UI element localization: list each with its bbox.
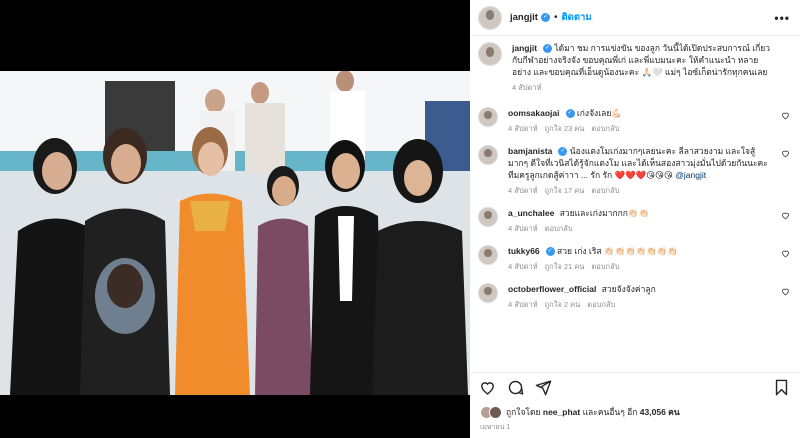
comment-item: oomsakaojai ✓ เก่งจังเลย💪🏻 4 สัปดาห์ ถูกใ… [478,107,790,135]
comment-item: octoberflower_official สวยจังจังค่าลูก 4… [478,283,790,311]
comment-mention[interactable]: @jangjit [675,170,706,180]
reply-button[interactable]: ตอบกลับ [591,185,619,197]
comment-time[interactable]: 4 สัปดาห์ [508,299,538,311]
caption-text: jangjit ✓ ได้มา ชม การแข่งขัน ของลูก วันน… [512,42,774,78]
comment-likes[interactable]: ถูกใจ 17 คน [545,185,585,197]
author-username[interactable]: jangjit [510,12,538,23]
comment-time[interactable]: 4 สัปดาห์ [508,261,538,273]
likes-prefix: ถูกใจโดย [506,407,541,417]
caption-username[interactable]: jangjit [512,43,537,53]
comment-text: สวยและเก่งมากกก👏🏻👏🏻 [559,208,650,218]
reply-button[interactable]: ตอบกลับ [591,123,619,135]
verified-badge-icon: ✓ [545,247,555,257]
heart-icon[interactable] [781,211,790,220]
group-photo-illustration [0,71,470,395]
likes-summary: ถูกใจโดย nee_phat และคนอื่นๆ อีก 43,056 … [470,402,800,422]
comment-item: a_unchalee สวยและเก่งมากกก👏🏻👏🏻 4 สัปดาห์… [478,207,790,235]
liker-avatar [489,405,502,419]
comment-username[interactable]: a_unchalee [508,208,554,218]
comment-likes[interactable]: ถูกใจ 21 คน [545,261,585,273]
comment-text: สวยจังจังค่าลูก [601,284,656,294]
comment-avatar[interactable] [478,145,498,165]
comment-username[interactable]: oomsakaojai [508,108,560,118]
comment-time[interactable]: 4 สัปดาห์ [508,223,538,235]
comments-section: jangjit ✓ ได้มา ชม การแข่งขัน ของลูก วันน… [470,36,800,372]
comment-item: tukky66 ✓ สวย เก่ง เริส 👏🏻👏🏻👏🏻👏🏻👏🏻👏🏻👏🏻 4 … [478,245,790,273]
comment-likes[interactable]: ถูกใจ 2 คน [545,299,581,311]
likes-count[interactable]: 43,056 คน [640,407,680,417]
reply-button[interactable]: ตอบกลับ [545,223,573,235]
heart-icon[interactable] [781,287,790,296]
heart-icon[interactable] [781,111,790,120]
author-avatar[interactable] [478,5,502,30]
comment-text: เก่งจังเลย💪🏻 [576,108,622,118]
action-bar [470,372,800,402]
follow-button[interactable]: ติดตาม [562,10,592,25]
instagram-post-page: jangjit ✓ • ติดตาม ••• jangjit ✓ ได้มา ชม… [0,0,800,438]
comment-username[interactable]: tukky66 [508,246,540,256]
share-icon[interactable] [535,379,552,396]
comment-text: สวย เก่ง เริส 👏🏻👏🏻👏🏻👏🏻👏🏻👏🏻👏🏻 [557,246,679,256]
comment-item: bamjanista ✓ น้องแตงโมเก่งมากๆเลยนะคะ ลีล… [478,145,790,197]
reply-button[interactable]: ตอบกลับ [587,299,615,311]
caption: jangjit ✓ ได้มา ชม การแข่งขัน ของลูก วันน… [478,42,790,94]
more-icon[interactable]: ••• [774,11,790,25]
post-photo[interactable] [0,71,470,395]
liker-username[interactable]: nee_phat [543,407,580,417]
bookmark-icon[interactable] [773,379,790,396]
heart-icon[interactable] [781,149,790,158]
likes-text: ถูกใจโดย nee_phat และคนอื่นๆ อีก 43,056 … [506,405,680,419]
comment-time[interactable]: 4 สัปดาห์ [508,123,538,135]
heart-icon[interactable] [479,379,496,396]
post-header: jangjit ✓ • ติดตาม ••• [470,0,800,36]
post-media-area [0,0,470,438]
verified-badge-icon: ✓ [558,147,568,157]
verified-badge-icon: ✓ [565,109,575,119]
post-side-panel: jangjit ✓ • ติดตาม ••• jangjit ✓ ได้มา ชม… [470,0,800,438]
caption-avatar[interactable] [478,42,502,66]
comment-username[interactable]: bamjanista [508,146,552,156]
verified-badge-icon: ✓ [540,13,550,22]
comment-avatar[interactable] [478,245,498,265]
comment-avatar[interactable] [478,207,498,227]
likes-middle: และคนอื่นๆ อีก [582,407,638,417]
comment-avatar[interactable] [478,107,498,127]
comment-time[interactable]: 4 สัปดาห์ [508,185,538,197]
verified-badge-icon: ✓ [543,44,553,54]
comment-avatar[interactable] [478,283,498,303]
heart-icon[interactable] [781,249,790,258]
header-separator: • [553,12,558,23]
comment-username[interactable]: octoberflower_official [508,284,596,294]
reply-button[interactable]: ตอบกลับ [591,261,619,273]
caption-time[interactable]: 4 สัปดาห์ [512,82,542,94]
comment-icon[interactable] [507,379,524,396]
post-timestamp[interactable]: เมษายน 1 [470,422,800,438]
comment-likes[interactable]: ถูกใจ 23 คน [545,123,585,135]
